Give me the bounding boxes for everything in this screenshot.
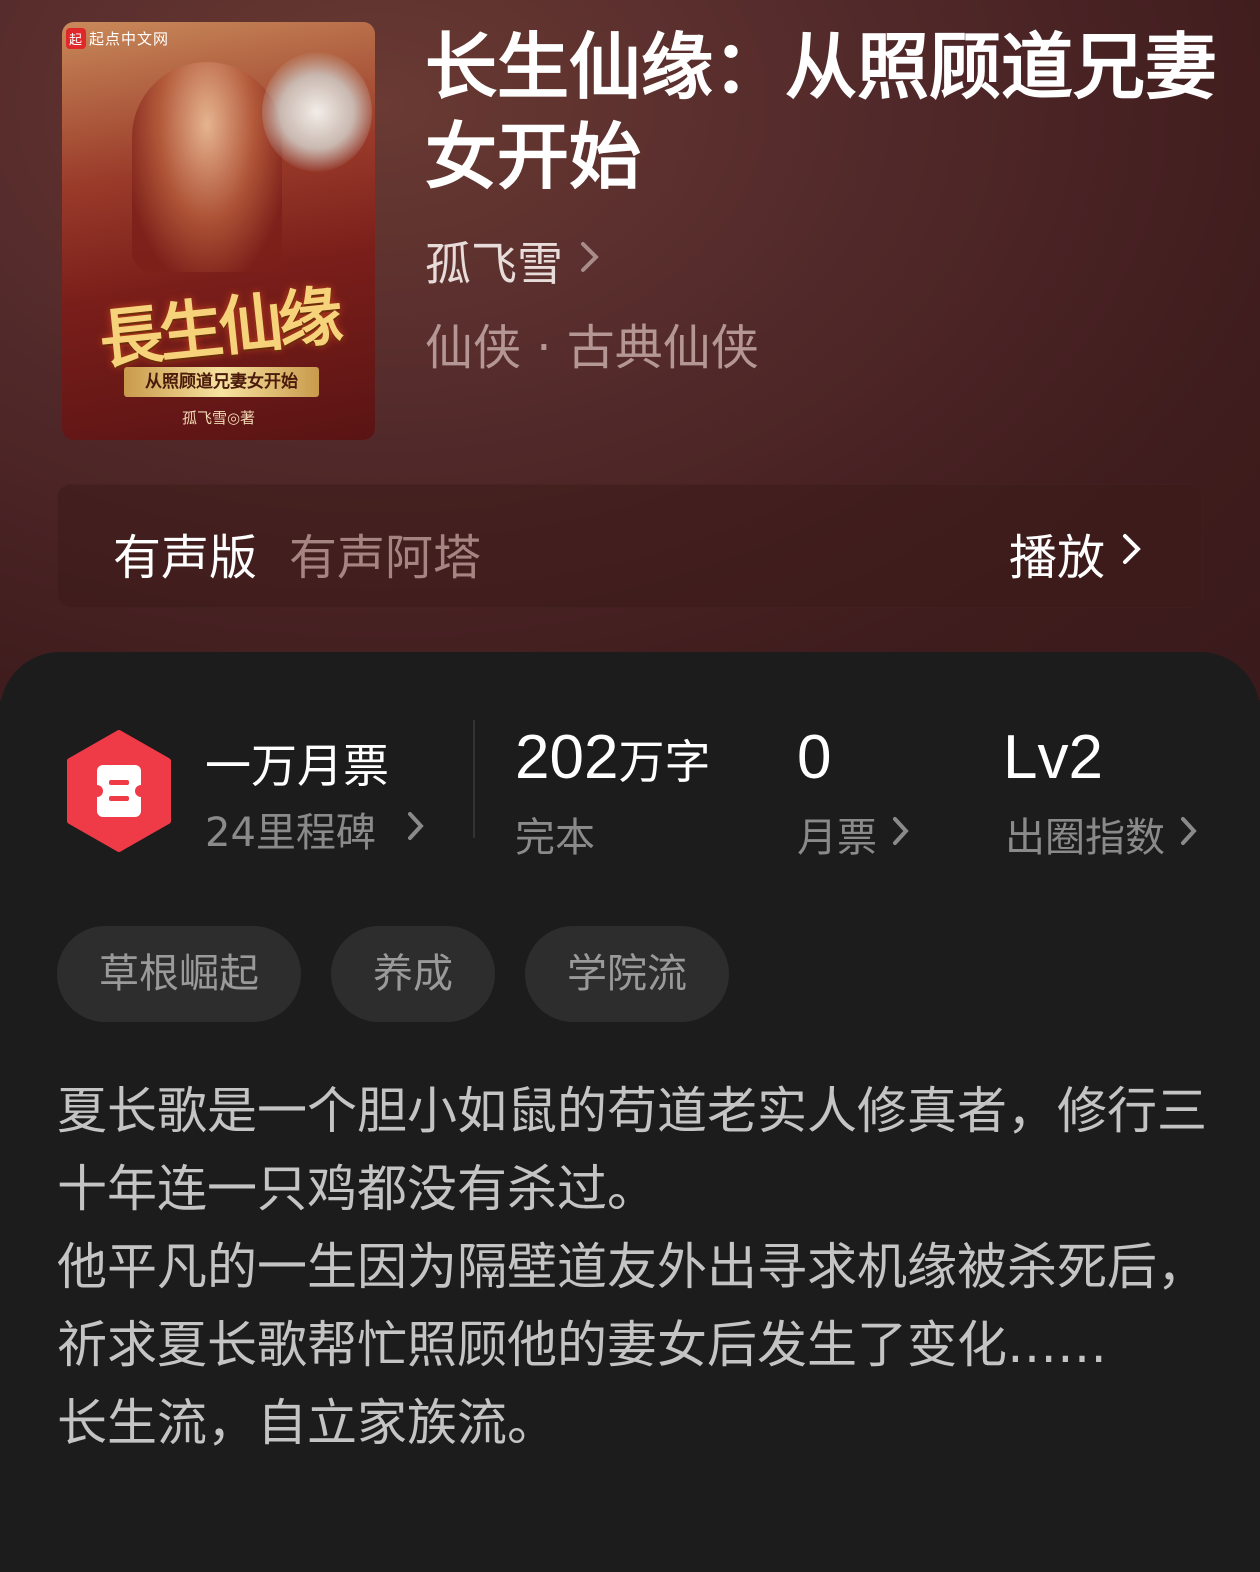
monthly-ticket-link[interactable]: 月票 (797, 805, 911, 863)
author-name: 孤飞雪 (425, 237, 563, 291)
ticket-milestone-sub: 24里程碑 (205, 810, 376, 856)
book-cover[interactable]: 起起点中文网 長生仙缘 从照顾道兄妻女开始 孤飞雪◎著 (62, 22, 375, 440)
chevron-right-icon (406, 807, 426, 851)
book-status: 完本 (515, 815, 595, 861)
tag-list: 草根崛起 养成 学院流 (57, 926, 729, 1022)
tag-chip[interactable]: 学院流 (525, 926, 729, 1022)
book-description[interactable]: 夏长歌是一个胆小如鼠的苟道老实人修真者，修行三十年连一只鸡都没有杀过。 他平凡的… (57, 1072, 1207, 1462)
chevron-right-icon (891, 812, 911, 856)
audiobook-narrator: 有声阿塔 (289, 530, 482, 586)
stats-divider (473, 720, 475, 838)
monthly-ticket-icon (64, 730, 174, 852)
audiobook-bar[interactable]: 有声版 有声阿塔 播放 (57, 484, 1203, 608)
book-title: 长生仙缘：从照顾道兄妻女开始 (425, 24, 1218, 199)
popularity-level: Lv2 (1003, 723, 1103, 792)
cover-author-art: 孤飞雪◎著 (181, 409, 256, 427)
popularity-index-link[interactable]: 出圈指数 (1005, 805, 1199, 863)
popularity-index-label: 出圈指数 (1005, 815, 1165, 861)
cover-dragon-illustration (262, 52, 372, 172)
audiobook-label: 有声版 (113, 530, 258, 586)
monthly-ticket-label: 月票 (797, 815, 877, 861)
chevron-right-icon (1179, 812, 1199, 856)
chevron-right-icon (579, 239, 601, 283)
tag-chip[interactable]: 养成 (331, 926, 495, 1022)
cover-subtitle-art: 从照顾道兄妻女开始 (124, 367, 319, 397)
play-label: 播放 (1008, 530, 1105, 586)
cover-illustration (132, 62, 282, 272)
ticket-milestone-title[interactable]: 一万月票 (205, 730, 389, 796)
ticket-milestone-link[interactable]: 24里程碑 (205, 800, 426, 858)
book-genre[interactable]: 仙侠 · 古典仙侠 (425, 308, 759, 378)
word-count: 202万字 (515, 723, 711, 792)
chevron-right-icon (1121, 531, 1143, 575)
play-button[interactable]: 播放 (1009, 518, 1143, 588)
author-link[interactable]: 孤飞雪 (425, 228, 601, 294)
monthly-ticket-count: 0 (797, 723, 832, 792)
cover-publisher-logo: 起起点中文网 (66, 28, 169, 49)
tag-chip[interactable]: 草根崛起 (57, 926, 301, 1022)
